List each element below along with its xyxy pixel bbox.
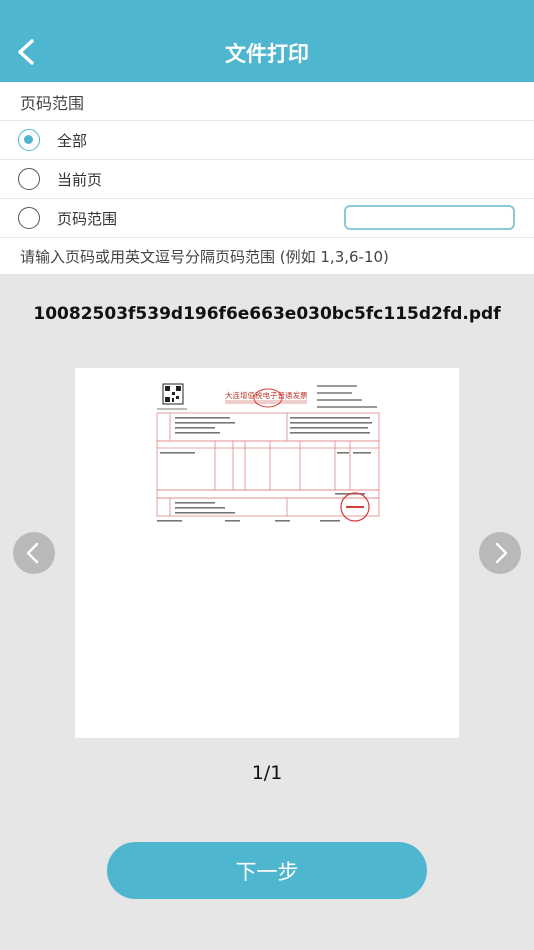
qr-code-icon — [162, 383, 184, 405]
page-range-label: 页码范围 — [20, 94, 85, 113]
option-current-page[interactable]: 当前页 — [0, 159, 534, 198]
chevron-left-icon — [26, 542, 39, 564]
page-range-panel: 页码范围 全部 当前页 页码范围 请输入页码或用英文逗号分隔页码范围 (例如 1… — [0, 82, 534, 274]
invoice-thumbnail: 大连增值税电子普通发票 — [156, 383, 380, 522]
radio-page-range[interactable] — [18, 207, 40, 229]
page-counter: 1/1 — [251, 762, 283, 784]
option-page-range[interactable]: 页码范围 — [0, 198, 534, 237]
radio-current-page[interactable] — [18, 168, 40, 190]
app-header: 文件打印 — [0, 0, 534, 82]
option-all[interactable]: 全部 — [0, 120, 534, 159]
file-name: 10082503f539d196f6e663e030bc5fc115d2fd.p… — [33, 304, 501, 324]
previous-page-button[interactable] — [13, 532, 55, 574]
option-page-range-label: 页码范围 — [57, 210, 118, 228]
next-page-button[interactable] — [479, 532, 521, 574]
option-current-page-label: 当前页 — [57, 171, 103, 189]
invoice-title: 大连增值税电子普通发票 — [225, 390, 308, 400]
page-title: 文件打印 — [225, 42, 309, 66]
next-step-button[interactable]: 下一步 — [107, 842, 427, 899]
page-range-input[interactable] — [344, 205, 515, 230]
option-all-label: 全部 — [57, 132, 88, 150]
chevron-right-icon — [495, 542, 508, 564]
document-preview: 大连增值税电子普通发票 — [75, 368, 459, 738]
radio-all[interactable] — [18, 129, 40, 151]
page-range-hint: 请输入页码或用英文逗号分隔页码范围 (例如 1,3,6-10) — [20, 248, 389, 266]
